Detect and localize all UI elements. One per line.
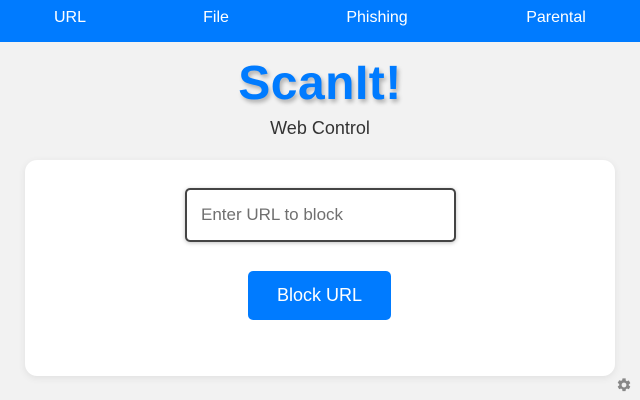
nav-item-file[interactable]: File <box>156 0 276 36</box>
app-title: ScanIt! <box>238 57 402 110</box>
nav-item-url[interactable]: URL <box>10 0 130 36</box>
nav-item-phishing[interactable]: Phishing <box>317 0 437 36</box>
page-subtitle: Web Control <box>270 118 370 138</box>
top-navigation: URL File Phishing Parental <box>0 0 640 42</box>
gear-icon[interactable] <box>616 377 632 393</box>
block-url-button[interactable]: Block URL <box>248 271 391 320</box>
nav-item-parental[interactable]: Parental <box>496 0 616 36</box>
url-input[interactable] <box>185 188 456 242</box>
